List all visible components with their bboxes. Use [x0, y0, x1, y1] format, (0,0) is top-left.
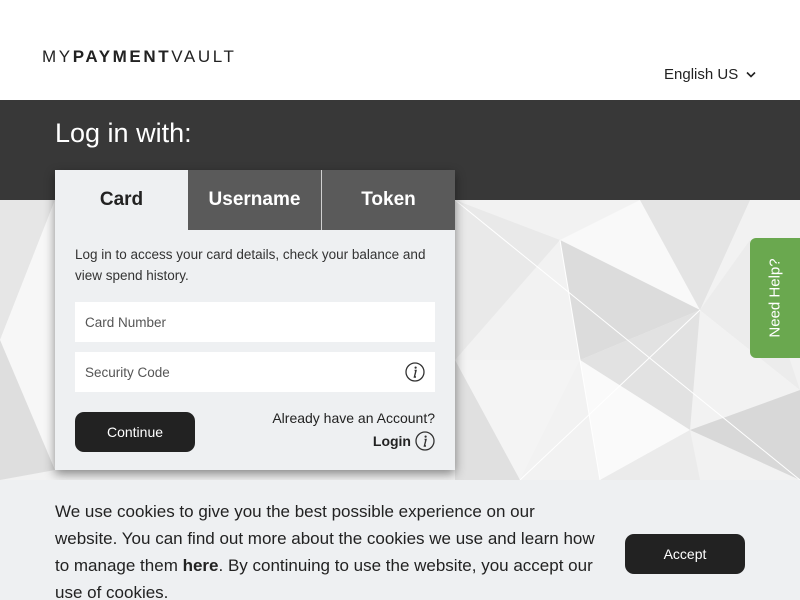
login-info-icon[interactable] — [415, 431, 435, 451]
card-number-input[interactable] — [85, 314, 425, 330]
security-code-input[interactable] — [85, 364, 405, 380]
login-panel: Card Username Token Log in to access you… — [55, 170, 455, 470]
login-form: Log in to access your card details, chec… — [55, 230, 455, 454]
cookie-banner: We use cookies to give you the best poss… — [0, 480, 800, 600]
login-tabs: Card Username Token — [55, 170, 455, 230]
cookie-here-link[interactable]: here — [183, 556, 219, 575]
tab-username[interactable]: Username — [188, 170, 321, 230]
accept-cookies-button[interactable]: Accept — [625, 534, 745, 574]
site-header: MYPAYMENTVAULT English US — [0, 0, 800, 100]
tab-card[interactable]: Card — [55, 170, 188, 230]
logo-text-my: MY — [42, 47, 73, 66]
card-number-field — [75, 302, 435, 342]
logo-text-vault: VAULT — [171, 47, 237, 66]
login-intro-text: Log in to access your card details, chec… — [75, 247, 426, 283]
logo-text-payment: PAYMENT — [72, 47, 172, 66]
need-help-tab[interactable]: Need Help? — [750, 238, 800, 358]
cookie-text: We use cookies to give you the best poss… — [55, 498, 600, 600]
login-link-label: Login — [372, 433, 411, 449]
login-actions: Continue Already have an Account? Login — [75, 410, 435, 454]
continue-button[interactable]: Continue — [75, 412, 195, 452]
tab-token[interactable]: Token — [321, 170, 455, 230]
need-help-label: Need Help? — [766, 258, 784, 338]
security-code-field — [75, 352, 435, 392]
page-title: Log in with: — [55, 118, 192, 148]
already-account-text: Already have an Account? — [272, 410, 435, 426]
chevron-down-icon — [746, 71, 756, 78]
language-selector[interactable]: English US — [664, 66, 756, 83]
login-link[interactable]: Login — [373, 431, 435, 451]
language-label: English US — [664, 66, 739, 83]
security-code-info-icon[interactable] — [405, 362, 425, 382]
mypaymentvault-logo[interactable]: MYPAYMENTVAULT — [42, 47, 236, 67]
